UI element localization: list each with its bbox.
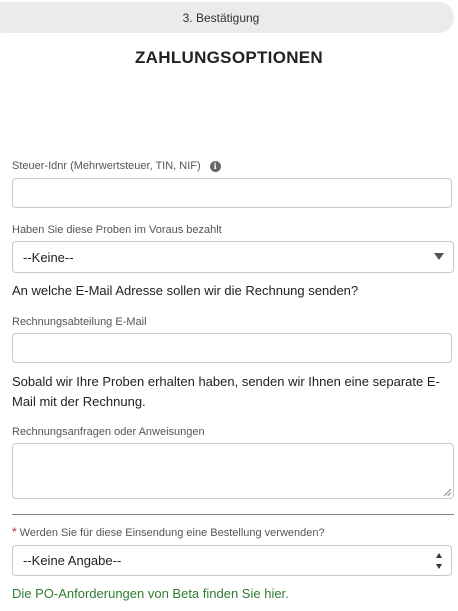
tax-id-label: Steuer-Idnr (Mehrwertsteuer, TIN, NIF) i xyxy=(12,160,221,172)
resize-grip-icon[interactable] xyxy=(443,488,451,496)
billing-requests-textarea[interactable] xyxy=(12,443,454,499)
tax-id-input[interactable] xyxy=(12,178,452,208)
prepaid-label: Haben Sie diese Proben im Voraus bezahlt xyxy=(12,224,222,236)
step-tab-label: 3. Bestätigung xyxy=(182,10,260,25)
step-tab-confirmation[interactable]: 3. Bestätigung xyxy=(0,2,454,33)
invoice-note: Sobald wir Ihre Proben erhalten haben, s… xyxy=(12,374,440,409)
info-icon[interactable]: i xyxy=(209,161,221,172)
updown-arrows-icon xyxy=(436,552,444,570)
po-requirements-link[interactable]: Die PO-Anforderungen von Beta finden Sie… xyxy=(12,586,289,601)
billing-requests-label: Rechnungsanfragen oder Anweisungen xyxy=(12,426,205,438)
purchase-order-select[interactable]: --Keine Angabe-- xyxy=(12,545,452,576)
purchase-order-select-value: --Keine Angabe-- xyxy=(23,553,122,568)
billing-email-input[interactable] xyxy=(12,333,452,363)
section-divider xyxy=(12,514,454,515)
prepaid-select[interactable]: --Keine-- xyxy=(12,241,454,273)
invoice-email-question: An welche E-Mail Adresse sollen wir die … xyxy=(12,283,359,298)
billing-email-label: Rechnungsabteilung E-Mail xyxy=(12,316,147,328)
purchase-order-label-text: Werden Sie für diese Einsendung eine Bes… xyxy=(19,527,325,539)
purchase-order-label: * Werden Sie für diese Einsendung eine Be… xyxy=(12,525,325,539)
tax-id-label-text: Steuer-Idnr (Mehrwertsteuer, TIN, NIF) xyxy=(12,160,201,172)
prepaid-select-value: --Keine-- xyxy=(23,249,74,265)
required-marker: * xyxy=(12,525,17,539)
page-title: ZAHLUNGSOPTIONEN xyxy=(134,48,324,67)
chevron-down-icon xyxy=(434,253,444,260)
